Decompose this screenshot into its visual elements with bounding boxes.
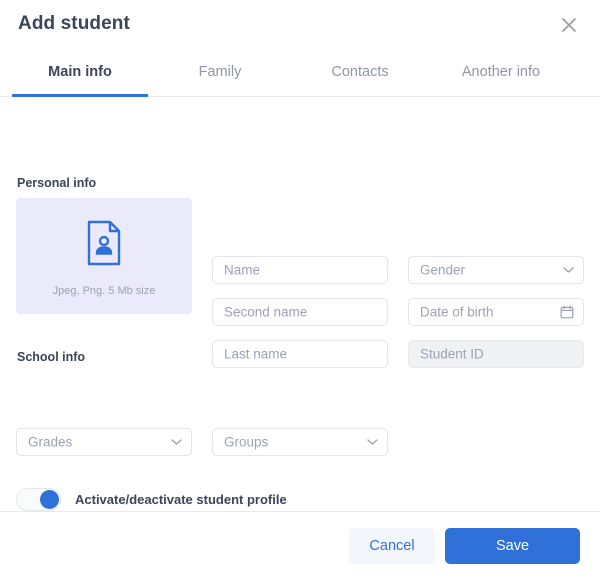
dialog-footer: Cancel Save <box>0 511 600 580</box>
photo-upload-hint: Jpeg, Png. 5 Mb size <box>52 285 156 297</box>
close-icon <box>562 18 576 32</box>
groups-select[interactable]: Groups <box>212 428 388 456</box>
chevron-down-icon <box>171 439 182 446</box>
second-name-field[interactable]: Second name <box>212 298 388 326</box>
name-field[interactable]: Name <box>212 256 388 284</box>
toggle-knob <box>40 490 59 509</box>
tab-family[interactable]: Family <box>162 52 278 96</box>
save-button-label: Save <box>495 538 530 554</box>
page-title: Add student <box>18 13 130 34</box>
dialog-body: Personal info Jpeg, Png. 5 Mb size Name … <box>0 97 600 511</box>
gender-select[interactable]: Gender <box>408 256 584 284</box>
calendar-icon[interactable] <box>560 305 574 319</box>
student-id-placeholder: Student ID <box>420 346 484 362</box>
tab-another-info[interactable]: Another info <box>436 52 566 96</box>
tab-label: Main info <box>48 64 112 80</box>
date-of-birth-placeholder: Date of birth <box>420 304 494 320</box>
date-of-birth-field[interactable]: Date of birth <box>408 298 584 326</box>
last-name-field[interactable]: Last name <box>212 340 388 368</box>
tab-main-info[interactable]: Main info <box>12 52 148 97</box>
grades-placeholder: Grades <box>28 434 73 450</box>
tab-bar: Main info Family Contacts Another info <box>0 52 600 97</box>
activate-profile-row: Activate/deactivate student profile <box>16 488 287 511</box>
cancel-button-label: Cancel <box>369 538 415 554</box>
tab-label: Another info <box>461 64 541 80</box>
name-placeholder: Name <box>224 262 261 278</box>
dialog-header: Add student <box>0 0 600 52</box>
personal-info-heading: Personal info <box>17 176 97 190</box>
tab-label: Family <box>198 64 242 80</box>
chevron-down-icon <box>563 267 574 274</box>
groups-placeholder: Groups <box>224 434 269 450</box>
last-name-placeholder: Last name <box>224 346 288 362</box>
student-id-field: Student ID <box>408 340 584 368</box>
cancel-button[interactable]: Cancel <box>349 528 435 564</box>
gender-placeholder: Gender <box>420 262 466 278</box>
activate-profile-label: Activate/deactivate student profile <box>75 492 287 507</box>
close-button[interactable] <box>556 12 582 38</box>
school-info-heading: School info <box>17 350 86 364</box>
document-person-icon <box>16 219 192 267</box>
grades-select[interactable]: Grades <box>16 428 192 456</box>
tab-label: Contacts <box>331 64 389 80</box>
photo-upload-dropzone[interactable]: Jpeg, Png. 5 Mb size <box>16 198 192 314</box>
second-name-placeholder: Second name <box>224 304 308 320</box>
chevron-down-icon <box>367 439 378 446</box>
tab-contacts[interactable]: Contacts <box>296 52 424 96</box>
save-button[interactable]: Save <box>445 528 580 564</box>
add-student-dialog: Add student Main info Family Contacts An… <box>0 0 600 580</box>
activate-profile-toggle[interactable] <box>16 488 61 511</box>
